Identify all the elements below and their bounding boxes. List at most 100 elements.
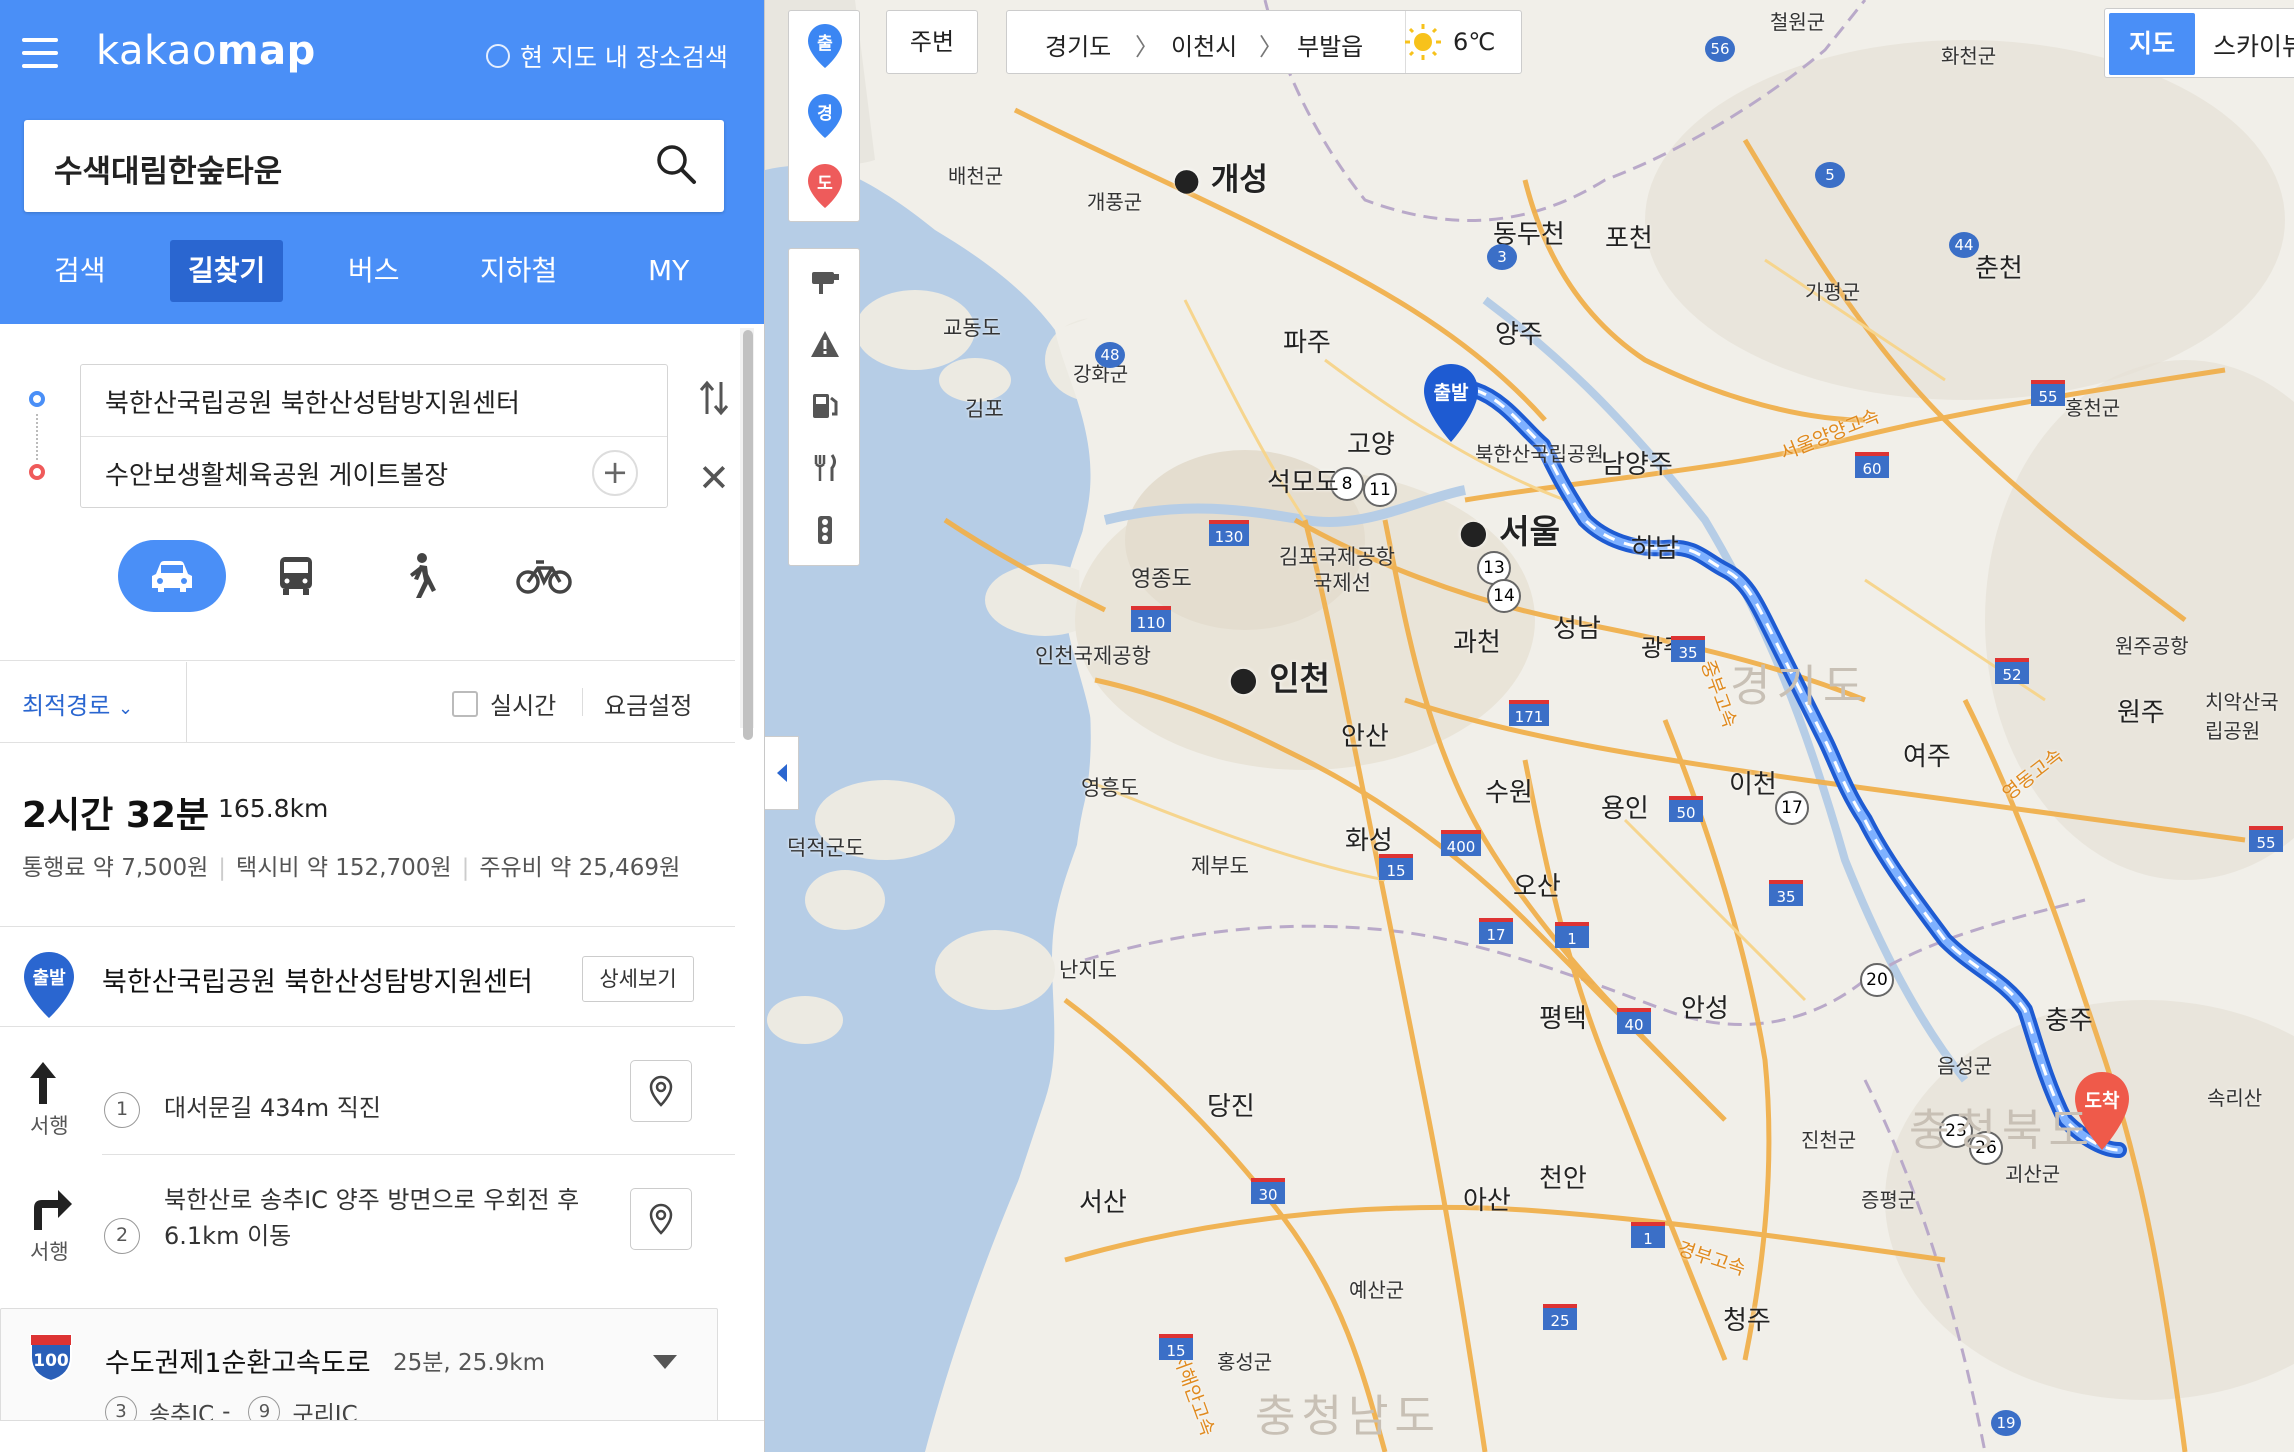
right-turn-arrow-icon <box>28 1186 74 1236</box>
origin-pin-icon: 출 <box>807 23 843 69</box>
step-locate-button[interactable] <box>630 1060 692 1122</box>
bottom-action-bar <box>0 1420 764 1452</box>
straight-arrow-icon <box>28 1060 58 1110</box>
gas-station-icon[interactable] <box>789 375 861 437</box>
mode-bus-button[interactable] <box>242 540 350 612</box>
chevron-right-icon: 〉 <box>1259 33 1283 61</box>
collapse-panel-button[interactable] <box>765 736 799 810</box>
logo[interactable]: kakaomap <box>96 28 316 74</box>
location-pin-icon <box>649 1203 673 1235</box>
search-icon[interactable] <box>654 142 698 190</box>
tab-search[interactable]: 검색 <box>36 240 124 302</box>
chevron-down-icon: ⌄ <box>117 698 134 719</box>
realtime-checkbox[interactable]: 실시간 <box>452 686 556 721</box>
route-connector <box>36 414 38 460</box>
traffic-light-icon[interactable] <box>789 499 861 561</box>
restaurant-icon[interactable] <box>789 437 861 499</box>
step-text: 북한산로 송추IC 양주 방면으로 우회전 후 6.1km 이동 <box>164 1186 580 1250</box>
route-costs: 통행료 약 7,500원 | 택시비 약 152,700원 | 주유비 약 25,469… <box>22 855 681 881</box>
route-step[interactable]: 서행 1 대서문길 434m 직진 <box>0 1036 735 1156</box>
map-canvas[interactable]: 8 11 13 14 17 20 23 26 출발 도착 ● 개성 ● 서울 ●… <box>765 0 2294 1452</box>
tab-my[interactable]: MY <box>630 240 707 302</box>
area-search-toggle[interactable]: 현 지도 내 장소검색 <box>486 38 728 74</box>
map-svg[interactable] <box>765 0 2294 1452</box>
divider <box>186 662 187 742</box>
walk-icon <box>410 553 436 598</box>
destination-dot-icon <box>29 464 45 480</box>
breadcrumb-city[interactable]: 이천시 <box>1171 27 1237 62</box>
divider <box>582 688 583 716</box>
waypoint-pin-icon: 경 <box>807 93 843 139</box>
map-type-skyview-button[interactable]: 스카이뷰 <box>2213 27 2294 63</box>
sun-icon <box>1405 24 1441 60</box>
swap-icon[interactable] <box>698 378 730 418</box>
divider <box>0 1026 735 1027</box>
tab-directions[interactable]: 길찾기 <box>170 240 284 302</box>
step-locate-button[interactable] <box>630 1188 692 1250</box>
radio-icon <box>486 44 510 68</box>
step-number: 1 <box>104 1092 140 1128</box>
sidebar: kakaomap 현 지도 내 장소검색 수색대림한숲타운 검색 길찾기 버스 … <box>0 0 765 1452</box>
divider <box>0 926 735 927</box>
nearby-button[interactable]: 주변 <box>886 10 978 74</box>
toolbar-origin-button[interactable]: 출 <box>789 15 861 77</box>
start-point-name: 북한산국립공원 북한산성탐방지원센터 <box>102 967 533 998</box>
tab-subway[interactable]: 지하철 <box>462 240 575 302</box>
origin-field[interactable]: 북한산국립공원 북한산성탐방지원센터 <box>105 383 520 420</box>
mode-bicycle-button[interactable] <box>490 540 598 612</box>
route-input-box: 북한산국립공원 북한산성탐방지원센터 수안보생활체육공원 게이트볼장 <box>80 364 668 508</box>
close-icon[interactable]: ✕ <box>698 456 730 500</box>
origin-dot-icon <box>29 391 45 407</box>
destination-field[interactable]: 수안보생활체육공원 게이트볼장 <box>105 455 448 492</box>
toolbar-destination-button[interactable]: 도 <box>789 155 861 217</box>
divider <box>0 660 735 661</box>
map-type-toggle: 지도 스카이뷰 <box>2104 8 2294 78</box>
divider <box>0 742 735 743</box>
highway-shield-icon: 100 <box>27 1331 75 1383</box>
main-tabs: 검색 길찾기 버스 지하철 MY <box>0 240 764 304</box>
total-distance: 165.8km <box>218 794 329 823</box>
route-step[interactable]: 서행 2 북한산로 송추IC 양주 방면으로 우회전 후 6.1km 이동 <box>0 1160 735 1300</box>
search-input[interactable]: 수색대림한숲타운 <box>54 146 282 191</box>
mode-walk-button[interactable] <box>366 540 474 612</box>
add-waypoint-button[interactable]: + <box>592 450 638 496</box>
bicycle-icon <box>516 560 572 594</box>
warning-icon[interactable] <box>789 313 861 375</box>
step-number: 2 <box>104 1218 140 1254</box>
highway-name: 수도권제1순환고속도로 <box>105 1348 371 1379</box>
location-pin-icon <box>649 1075 673 1107</box>
layer-toolbar <box>788 248 860 566</box>
hamburger-menu-icon[interactable] <box>22 38 58 68</box>
weather-temperature: 6℃ <box>1453 28 1496 56</box>
best-route-dropdown[interactable]: 최적경로 ⌄ <box>22 686 133 721</box>
start-pin-icon: 출발 <box>22 950 76 1020</box>
route-marker-toolbar: 출 경 도 <box>788 10 860 222</box>
bus-icon <box>280 557 312 595</box>
cctv-icon[interactable] <box>789 251 861 313</box>
destination-pin-icon: 도 <box>807 163 843 209</box>
breadcrumb-province[interactable]: 경기도 <box>1045 27 1111 62</box>
detail-button[interactable]: 상세보기 <box>582 956 694 1002</box>
chevron-right-icon: 〉 <box>1135 33 1159 61</box>
step-direction-label: 서행 <box>30 1114 69 1138</box>
chevron-left-icon <box>776 764 787 782</box>
tab-bus[interactable]: 버스 <box>330 240 418 302</box>
search-box[interactable]: 수색대림한숲타운 <box>24 120 724 212</box>
header: kakaomap 현 지도 내 장소검색 수색대림한숲타운 검색 길찾기 버스 … <box>0 0 764 324</box>
expand-chevron-icon[interactable] <box>653 1355 677 1369</box>
fee-settings-button[interactable]: 요금설정 <box>604 686 692 721</box>
divider <box>81 436 667 437</box>
toolbar-waypoint-button[interactable]: 경 <box>789 85 861 147</box>
checkbox-icon <box>452 690 478 717</box>
route-options: 최적경로 ⌄ 실시간 요금설정 <box>0 662 735 742</box>
breadcrumb-town[interactable]: 부발읍 <box>1297 27 1363 62</box>
car-icon <box>152 561 192 592</box>
divider <box>102 1154 735 1155</box>
weather-widget[interactable]: 6℃ <box>1403 10 1523 74</box>
map-type-map-button[interactable]: 지도 <box>2109 13 2195 75</box>
highway-meta: 25분, 25.9km <box>393 1350 545 1376</box>
scrollbar-thumb[interactable] <box>743 330 753 740</box>
step-direction-label: 서행 <box>30 1240 69 1264</box>
total-time: 2시간 32분 <box>22 795 210 836</box>
mode-car-button[interactable] <box>118 540 226 612</box>
